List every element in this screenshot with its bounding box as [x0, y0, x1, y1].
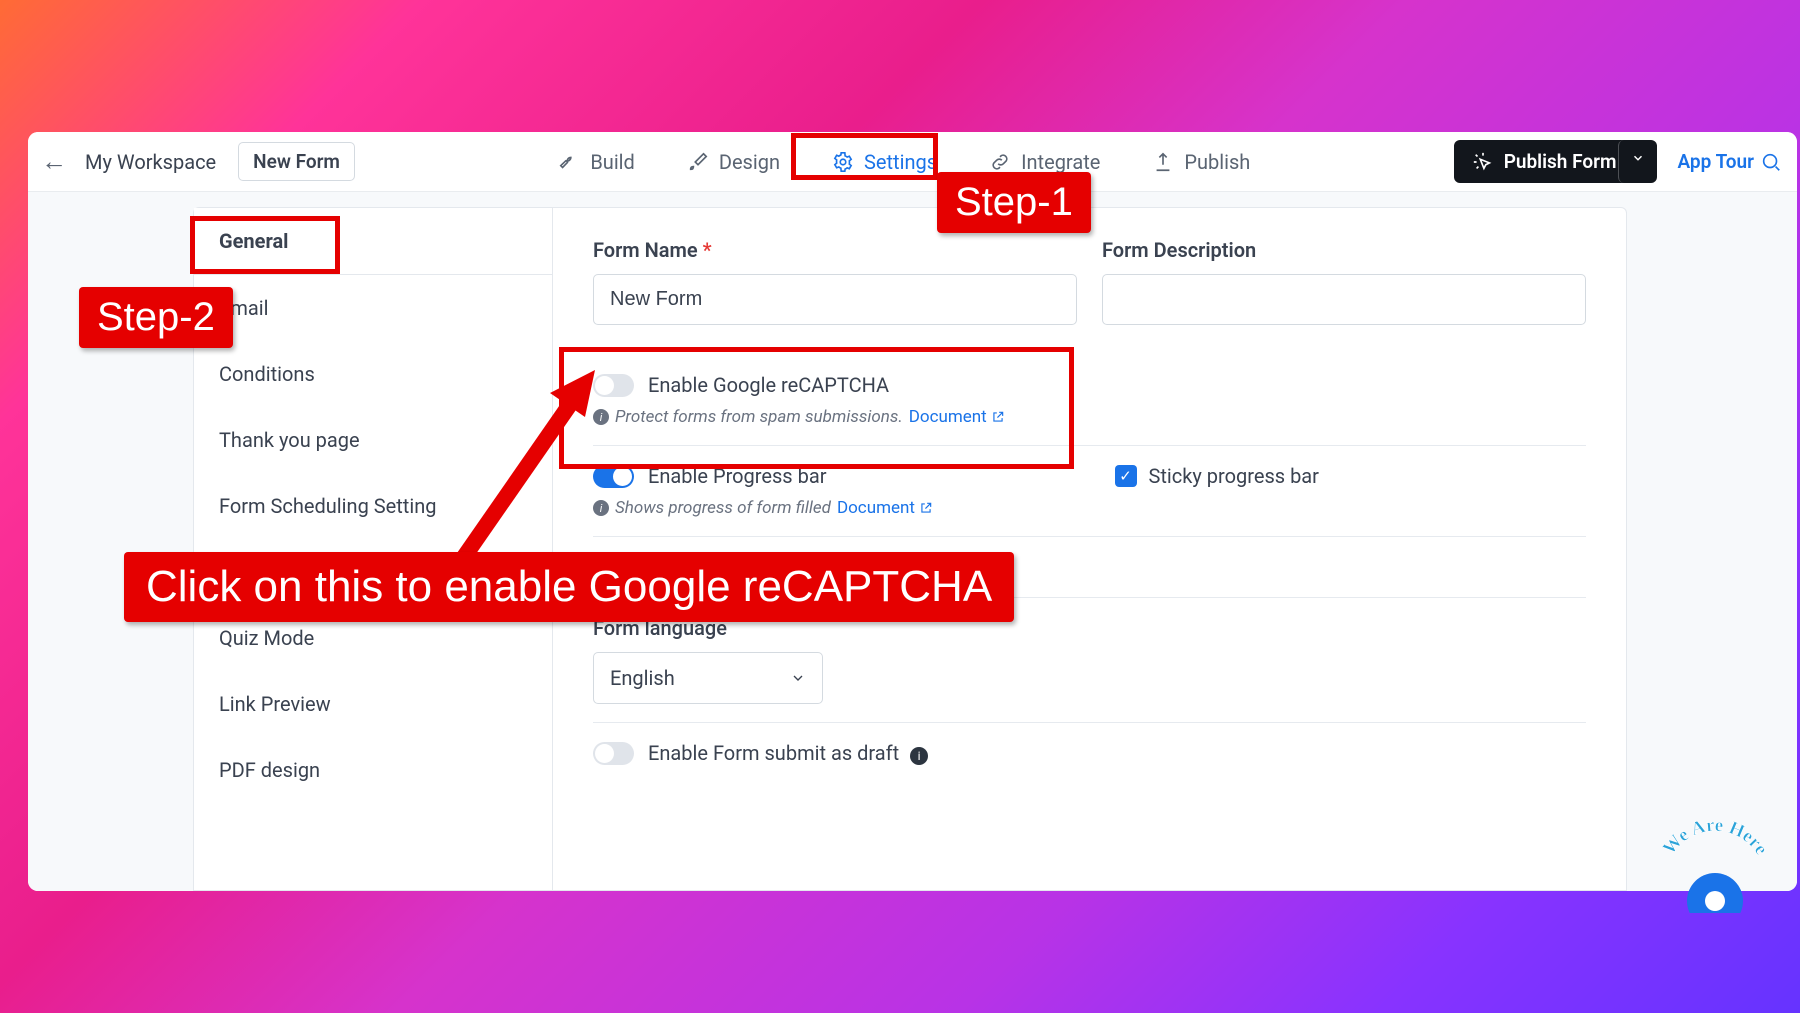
sidebar-item-general[interactable]: General — [194, 208, 552, 275]
annotation-main-callout: Click on this to enable Google reCAPTCHA — [124, 552, 1014, 622]
info-icon: i — [593, 409, 609, 425]
app-window: ← My Workspace New Form Build Design Set… — [28, 132, 1797, 891]
sidebar-item-thankyou[interactable]: Thank you page — [194, 407, 552, 473]
form-name-input[interactable] — [593, 274, 1077, 325]
form-desc-label: Form Description — [1102, 238, 1586, 262]
info-icon: i — [910, 747, 928, 765]
sidebar-item-email[interactable]: Email — [194, 275, 552, 341]
progress-toggle[interactable] — [593, 465, 634, 488]
sidebar-item-scheduling[interactable]: Form Scheduling Setting — [194, 473, 552, 539]
form-name-label: Form Name * — [593, 238, 1077, 262]
external-link-icon — [919, 501, 933, 515]
recaptcha-toggle[interactable] — [593, 374, 634, 397]
external-link-icon — [991, 410, 1005, 424]
annotation-step1: Step-1 — [937, 172, 1091, 233]
tab-design[interactable]: Design — [679, 136, 788, 188]
back-arrow-icon[interactable]: ← — [43, 151, 65, 173]
link-icon — [989, 151, 1011, 173]
tab-integrate-label: Integrate — [1021, 150, 1100, 174]
sidebar-item-pdf-design[interactable]: PDF design — [194, 737, 552, 803]
form-desc-input[interactable] — [1102, 274, 1586, 325]
annotation-step2: Step-2 — [79, 287, 233, 348]
language-value: English — [610, 666, 675, 690]
settings-sidebar: General Email Conditions Thank you page … — [193, 207, 553, 891]
search-icon — [1760, 151, 1782, 173]
recaptcha-helper: i Protect forms from spam submissions. D… — [593, 407, 1586, 427]
recaptcha-doc-link[interactable]: Document — [909, 407, 1005, 427]
main-nav-tabs: Build Design Settings Integrate Publish — [550, 136, 1258, 188]
tab-settings-label: Settings — [864, 150, 937, 174]
draft-setting: Enable Form submit as draft i — [593, 723, 1586, 783]
recaptcha-setting: Enable Google reCAPTCHA i Protect forms … — [593, 355, 1586, 446]
progress-setting: Enable Progress bar i Shows progress of … — [593, 446, 1586, 537]
upload-icon — [1152, 151, 1174, 173]
draft-toggle[interactable] — [593, 742, 634, 765]
chevron-down-icon — [1631, 151, 1645, 165]
tab-publish[interactable]: Publish — [1144, 136, 1258, 188]
form-breadcrumb-tab[interactable]: New Form — [238, 142, 355, 181]
sidebar-item-conditions[interactable]: Conditions — [194, 341, 552, 407]
publish-dropdown-button[interactable] — [1618, 140, 1657, 183]
info-icon: i — [593, 500, 609, 516]
brush-icon — [687, 151, 709, 173]
tab-settings[interactable]: Settings — [824, 136, 945, 188]
tab-build[interactable]: Build — [550, 136, 643, 188]
chevron-down-icon — [790, 670, 806, 686]
language-select[interactable]: English — [593, 652, 823, 704]
topbar: ← My Workspace New Form Build Design Set… — [28, 132, 1797, 192]
tab-design-label: Design — [719, 150, 780, 174]
recaptcha-label: Enable Google reCAPTCHA — [648, 373, 889, 397]
tab-publish-label: Publish — [1184, 150, 1250, 174]
we-are-here-badge: We Are Here — [1650, 813, 1780, 913]
pointer-click-icon — [1472, 151, 1494, 173]
svg-text:We Are Here: We Are Here — [1659, 815, 1772, 859]
publish-form-label: Publish Form — [1504, 150, 1617, 173]
draft-label: Enable Form submit as draft i — [648, 741, 928, 765]
wrench-icon — [558, 151, 580, 173]
workspace-breadcrumb[interactable]: My Workspace — [85, 150, 216, 174]
progress-doc-link[interactable]: Document — [837, 498, 933, 518]
settings-content: Form Name * Form Description Enable Goog… — [553, 207, 1627, 891]
sticky-progress-label: Sticky progress bar — [1149, 464, 1319, 488]
app-tour-link[interactable]: App Tour — [1677, 150, 1782, 173]
app-tour-label: App Tour — [1677, 150, 1754, 173]
gear-icon — [832, 151, 854, 173]
sidebar-item-link-preview[interactable]: Link Preview — [194, 671, 552, 737]
sticky-progress-checkbox[interactable]: ✓ — [1115, 465, 1137, 487]
publish-form-button[interactable]: Publish Form — [1454, 140, 1635, 183]
progress-helper: i Shows progress of form filled Document — [593, 498, 1065, 518]
tab-build-label: Build — [590, 150, 635, 174]
progress-label: Enable Progress bar — [648, 464, 826, 488]
